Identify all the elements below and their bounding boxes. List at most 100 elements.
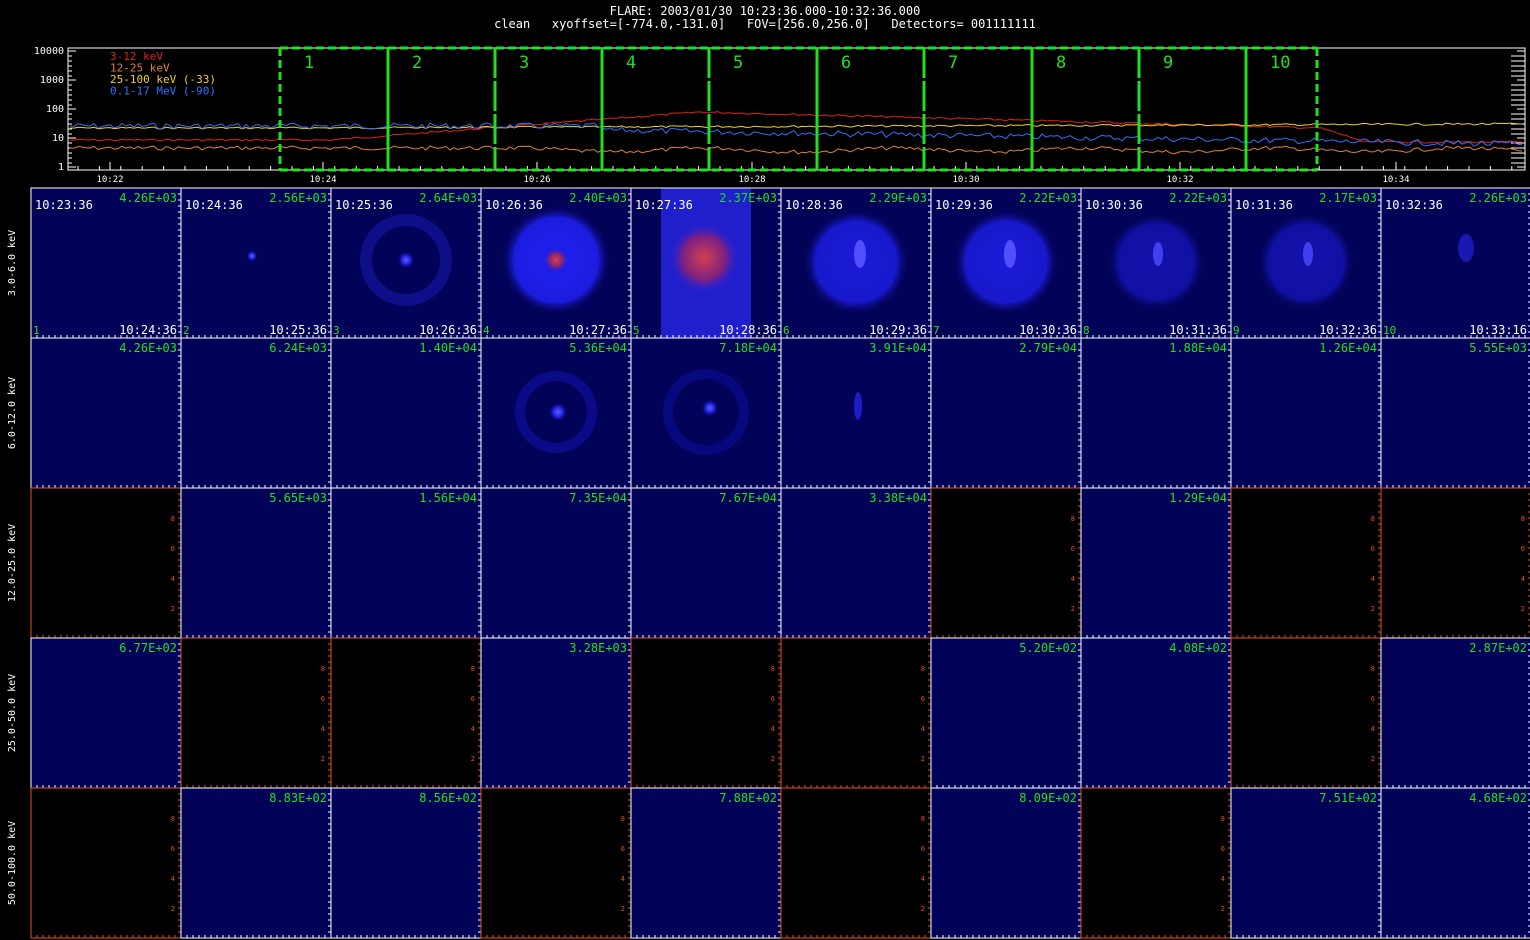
source-blob xyxy=(548,402,568,422)
legend-entry: 0.1-17 MeV (-90) xyxy=(110,85,216,98)
empty-axis-label: 8 xyxy=(1221,815,1225,823)
cell-border xyxy=(1080,787,1232,939)
empty-axis-label: 4 xyxy=(621,875,625,883)
map-cell xyxy=(331,788,481,938)
x-tick-label: 10:28 xyxy=(738,175,765,185)
map-cell xyxy=(1231,338,1381,488)
map-cell xyxy=(1081,788,1231,938)
empty-axis-label: 6 xyxy=(921,845,925,853)
end-time-label: 10:33:16 xyxy=(1469,323,1527,337)
empty-axis-label: 2 xyxy=(921,905,925,913)
map-cell xyxy=(181,788,331,938)
source-blob xyxy=(397,251,415,269)
max-value-label: 4.26E+03 xyxy=(119,341,177,355)
empty-axis-label: 8 xyxy=(621,815,625,823)
max-value-label: 2.87E+02 xyxy=(1469,641,1527,655)
map-cell xyxy=(781,488,931,638)
max-value-label: 2.37E+03 xyxy=(719,191,777,205)
map-cell xyxy=(331,338,481,488)
end-time-label: 10:31:36 xyxy=(1169,323,1227,337)
row-energy-label: 25.0-50.0 keV xyxy=(7,674,18,752)
cell-border xyxy=(30,337,182,489)
map-cell xyxy=(631,638,781,788)
end-time-label: 10:32:36 xyxy=(1319,323,1377,337)
max-value-label: 1.26E+04 xyxy=(1319,341,1377,355)
max-value-label: 8.83E+02 xyxy=(269,791,327,805)
map-cell xyxy=(481,338,631,488)
cell-border xyxy=(1380,187,1530,339)
empty-axis-label: 2 xyxy=(771,755,775,763)
empty-axis-label: 8 xyxy=(1371,665,1375,673)
frame-number-label: 10 xyxy=(1383,324,1396,337)
faint-kernel xyxy=(854,392,862,420)
empty-axis-label: 2 xyxy=(471,755,475,763)
ring-feature xyxy=(663,369,749,455)
curve-12-25kev xyxy=(69,145,1523,155)
cell-border xyxy=(180,487,332,639)
map-cell xyxy=(181,488,331,638)
start-time-label: 10:31:36 xyxy=(1235,198,1293,212)
cell-border xyxy=(1080,487,1232,639)
map-cell xyxy=(31,188,181,338)
disk-feature xyxy=(1106,212,1206,312)
x-tick-label: 10:22 xyxy=(96,175,123,185)
bright-kernel xyxy=(1004,240,1016,268)
cell-border xyxy=(180,637,332,789)
empty-axis-label: 6 xyxy=(471,695,475,703)
cell-border xyxy=(930,187,1082,339)
empty-axis-label: 6 xyxy=(171,545,175,553)
empty-axis-label: 8 xyxy=(921,815,925,823)
empty-axis-label: 6 xyxy=(321,695,325,703)
cell-border xyxy=(1230,637,1382,789)
max-value-label: 2.22E+03 xyxy=(1169,191,1227,205)
max-value-label: 5.36E+04 xyxy=(569,341,627,355)
map-cell xyxy=(31,338,181,488)
empty-axis-label: 4 xyxy=(321,725,325,733)
map-cell xyxy=(631,188,781,338)
empty-axis-label: 8 xyxy=(321,665,325,673)
cell-border xyxy=(1080,637,1232,789)
interval-number: 2 xyxy=(412,53,422,73)
start-time-label: 10:32:36 xyxy=(1385,198,1443,212)
map-cell xyxy=(631,488,781,638)
ring-feature xyxy=(515,371,597,453)
row-energy-label: 12.0-25.0 keV xyxy=(7,524,18,602)
frame-number-label: 1 xyxy=(33,324,40,337)
cell-border xyxy=(780,187,932,339)
empty-axis-label: 8 xyxy=(1521,515,1525,523)
empty-axis-label: 6 xyxy=(1371,545,1375,553)
map-cell xyxy=(631,338,781,488)
end-time-label: 10:30:36 xyxy=(1019,323,1077,337)
cell-border xyxy=(630,487,782,639)
map-cell xyxy=(1081,638,1231,788)
empty-axis-label: 8 xyxy=(171,515,175,523)
end-time-label: 10:28:36 xyxy=(719,323,777,337)
start-time-label: 10:28:36 xyxy=(785,198,843,212)
max-value-label: 4.08E+02 xyxy=(1169,641,1227,655)
core-feature xyxy=(668,222,740,294)
empty-axis-label: 8 xyxy=(171,815,175,823)
cell-border xyxy=(180,337,332,489)
empty-axis-label: 4 xyxy=(171,875,175,883)
interval-number: 10 xyxy=(1270,53,1290,73)
empty-axis-label: 2 xyxy=(1371,605,1375,613)
max-value-label: 6.24E+03 xyxy=(269,341,327,355)
end-time-label: 10:27:36 xyxy=(569,323,627,337)
frame-number-label: 2 xyxy=(183,324,190,337)
empty-axis-label: 4 xyxy=(1371,725,1375,733)
disk-feature xyxy=(500,204,612,316)
cell-border xyxy=(1230,187,1382,339)
empty-axis-label: 6 xyxy=(1221,845,1225,853)
max-value-label: 2.29E+03 xyxy=(869,191,927,205)
empty-axis-label: 2 xyxy=(171,905,175,913)
empty-axis-label: 8 xyxy=(1371,515,1375,523)
empty-axis-label: 2 xyxy=(921,755,925,763)
max-value-label: 1.88E+04 xyxy=(1169,341,1227,355)
cell-border xyxy=(630,637,782,789)
row-energy-label: 50.0-100.0 keV xyxy=(7,821,18,905)
empty-axis-label: 2 xyxy=(321,755,325,763)
start-time-label: 10:26:36 xyxy=(485,198,543,212)
cell-border xyxy=(30,787,182,939)
cell-border xyxy=(1230,487,1382,639)
empty-axis-label: 4 xyxy=(171,575,175,583)
